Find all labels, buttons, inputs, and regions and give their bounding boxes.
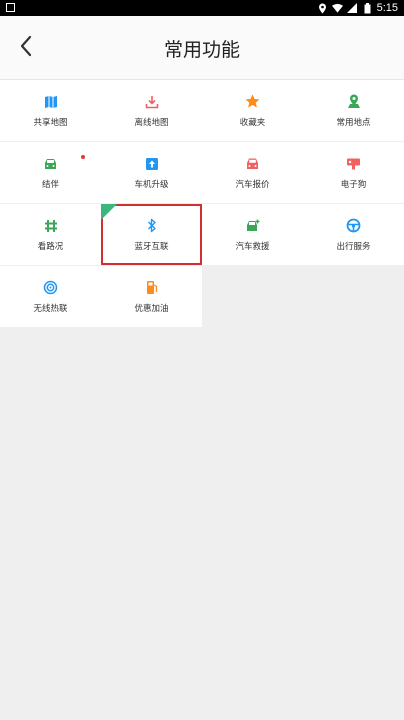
item-label: 电子狗 [340, 179, 367, 190]
wifi-icon [331, 3, 343, 14]
item-car-upgrade[interactable]: 车机升级 [101, 142, 202, 203]
item-label: 优惠加油 [134, 303, 169, 314]
item-travel-service[interactable]: 出行服务 [303, 204, 404, 265]
status-bar: 5:15 [0, 0, 404, 16]
item-fuel-discount[interactable]: 优惠加油 [101, 266, 202, 327]
item-label: 常用地点 [336, 117, 371, 128]
star-icon [245, 94, 261, 110]
item-common-places[interactable]: 常用地点 [303, 80, 404, 141]
car-icon [245, 156, 261, 172]
item-share-map[interactable]: 共享地图 [0, 80, 101, 141]
item-label: 汽车报价 [235, 179, 270, 190]
status-icons: 5:15 [317, 0, 398, 16]
wireless-icon [43, 280, 59, 296]
back-button[interactable] [12, 34, 40, 62]
new-badge [101, 204, 117, 220]
item-label: 共享地图 [33, 117, 68, 128]
status-time: 5:15 [376, 2, 398, 14]
car-rescue-icon [245, 218, 261, 234]
item-label: 看路况 [37, 241, 64, 252]
item-bluetooth[interactable]: 蓝牙互联 [101, 204, 202, 265]
item-wireless-link[interactable]: 无线热联 [0, 266, 101, 327]
fuel-icon [144, 280, 160, 296]
download-icon [144, 94, 160, 110]
item-companion[interactable]: 结伴 [0, 142, 101, 203]
notification-dot [81, 155, 85, 159]
car-group-icon [43, 156, 59, 172]
notification-icon [6, 3, 15, 12]
function-grid: 共享地图 离线地图 收藏夹 常用地点 结伴 车机升级 汽车报价 电子狗 看路况 … [0, 80, 404, 327]
item-traffic[interactable]: 看路况 [0, 204, 101, 265]
location-icon [317, 3, 328, 14]
camera-icon [346, 156, 362, 172]
item-speed-camera[interactable]: 电子狗 [303, 142, 404, 203]
page-title: 常用功能 [163, 38, 240, 61]
item-label: 无线热联 [33, 303, 68, 314]
chevron-left-icon [19, 35, 33, 61]
item-car-rescue[interactable]: 汽车救援 [202, 204, 303, 265]
traffic-icon [43, 218, 59, 234]
battery-icon [362, 2, 373, 14]
item-label: 蓝牙互联 [134, 241, 169, 252]
upgrade-icon [144, 156, 160, 172]
item-car-price[interactable]: 汽车报价 [202, 142, 303, 203]
signal-icon [347, 3, 358, 14]
item-label: 出行服务 [336, 241, 371, 252]
item-favorites[interactable]: 收藏夹 [202, 80, 303, 141]
item-label: 结伴 [41, 179, 59, 190]
header: 常用功能 [0, 16, 404, 80]
item-offline-map[interactable]: 离线地图 [101, 80, 202, 141]
item-label: 车机升级 [134, 179, 169, 190]
item-label: 收藏夹 [239, 117, 266, 128]
map-icon [43, 94, 59, 110]
steering-wheel-icon [346, 218, 362, 234]
item-label: 离线地图 [134, 117, 169, 128]
bluetooth-icon [144, 218, 160, 234]
item-label: 汽车救援 [235, 241, 270, 252]
location-pin-icon [346, 94, 362, 110]
